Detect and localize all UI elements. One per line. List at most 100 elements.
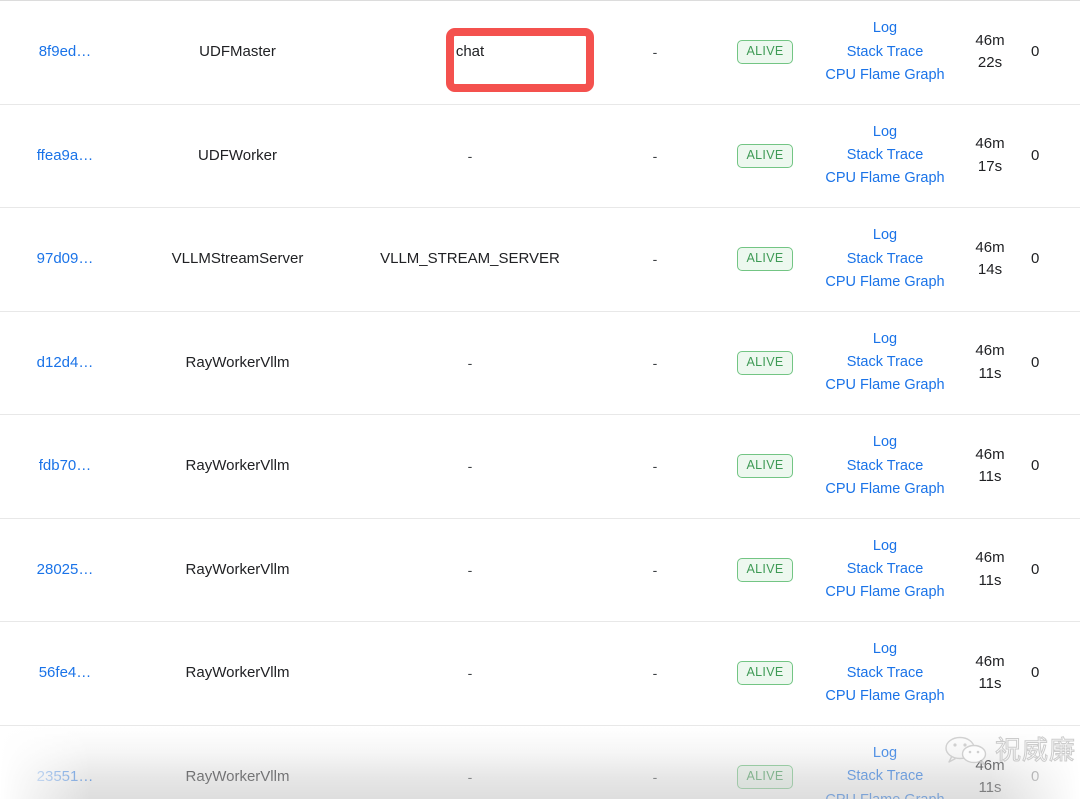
table-row: 8f9ed… UDFMaster chat - ALIVE Log Stack Trace C… (0, 0, 1080, 105)
cell-state: ALIVE (715, 208, 815, 312)
cell-pid: - (652, 44, 658, 61)
uptime-value: 46m 14s (955, 237, 1025, 282)
cell-trailing-metric: 0 (1031, 353, 1040, 371)
stack-trace-link[interactable]: Stack Trace (847, 766, 924, 787)
stack-trace-link[interactable]: Stack Trace (847, 145, 924, 166)
status-badge: ALIVE (736, 454, 794, 479)
uptime-seconds: 11s (978, 675, 1002, 693)
log-link[interactable]: Log (873, 432, 897, 453)
cpu-flame-graph-link[interactable]: CPU Flame Graph (825, 375, 944, 396)
cell-links: Log Stack TraceCPU Flame Graph (815, 415, 955, 519)
cell-actor-class: VLLMStreamServer (171, 250, 304, 268)
cell-actor-id: 23551… (0, 725, 130, 799)
uptime-minutes: 46m (975, 445, 1005, 463)
cell-pid: - (652, 354, 658, 371)
status-badge: ALIVE (736, 143, 794, 168)
stack-trace-link[interactable]: Stack Trace (847, 456, 924, 477)
uptime-value: 46m 11s (955, 340, 1025, 385)
cell-actor-id: 97d09… (0, 208, 130, 312)
uptime-seconds: 11s (978, 364, 1002, 382)
cell-uptime: 46m 22s (955, 1, 1025, 105)
uptime-value: 46m 11s (955, 547, 1025, 592)
cell-state: ALIVE (715, 104, 815, 208)
actor-id-link[interactable]: d12d4… (37, 354, 94, 371)
cell-pid: - (652, 768, 658, 785)
cell-uptime: 46m 11s (955, 622, 1025, 726)
status-badge: ALIVE (736, 247, 794, 272)
stack-trace-link[interactable]: Stack Trace (847, 663, 924, 684)
log-link[interactable]: Log (873, 329, 897, 350)
uptime-value: 46m 17s (955, 133, 1025, 178)
link-stack: Log Stack TraceCPU Flame Graph (815, 18, 955, 86)
cell-actor-class: RayWorkerVllm (185, 768, 290, 786)
uptime-minutes: 46m (975, 31, 1005, 49)
uptime-minutes: 46m (975, 652, 1005, 670)
uptime-minutes: 46m (975, 342, 1005, 360)
cell-uptime: 46m 11s (955, 415, 1025, 519)
cell-links: Log Stack TraceCPU Flame Graph (815, 622, 955, 726)
link-stack: LogStack TraceCPU Flame Graph (815, 329, 955, 397)
log-link[interactable]: Log (873, 743, 897, 764)
uptime-seconds: 11s (978, 779, 1002, 796)
cell-pid: - (652, 251, 658, 268)
log-link[interactable]: Log (873, 225, 897, 246)
cell-actor-name: - (467, 665, 473, 682)
cell-state: ALIVE (715, 518, 815, 622)
cpu-flame-graph-link[interactable]: CPU Flame Graph (825, 272, 944, 293)
cell-trailing-metric: 0 (1031, 560, 1040, 578)
link-stack: Log Stack TraceCPU Flame Graph (815, 225, 955, 293)
status-badge: ALIVE (736, 661, 794, 686)
log-link[interactable]: Log (873, 18, 897, 39)
actor-id-link[interactable]: fdb70… (39, 457, 92, 474)
cell-state: ALIVE (715, 311, 815, 415)
uptime-minutes: 46m (975, 135, 1005, 153)
cpu-flame-graph-link[interactable]: CPU Flame Graph (825, 479, 944, 500)
cell-pid: - (652, 147, 658, 164)
cell-uptime: 46m 17s (955, 104, 1025, 208)
table-row: d12d4… RayWorkerVllm - - ALIVE Log Stack Trace… (0, 311, 1080, 415)
cell-pid: - (652, 458, 658, 475)
actors-table-body: 8f9ed… UDFMaster chat - ALIVE Log Stack Trace C… (0, 0, 1080, 799)
actor-table-page: 8f9ed… UDFMaster chat - ALIVE Log Stack Trace C… (0, 0, 1080, 799)
stack-trace-link[interactable]: Stack Trace (847, 42, 924, 63)
log-link[interactable]: Log (873, 122, 897, 143)
cell-trailing-metric: 0 (1031, 250, 1040, 268)
cell-actor-id: 28025… (0, 518, 130, 622)
cell-trailing-metric: 0 (1031, 768, 1040, 786)
cpu-flame-graph-link[interactable]: CPU Flame Graph (825, 686, 944, 707)
uptime-minutes: 46m (975, 238, 1005, 256)
stack-trace-link[interactable]: Stack Trace (847, 249, 924, 270)
log-link[interactable]: Log (873, 639, 897, 660)
cpu-flame-graph-link[interactable]: CPU Flame Graph (825, 65, 944, 86)
table-row: 23551… RayWorkerVllm - - ALIVE Log Stack Trace… (0, 725, 1080, 799)
cpu-flame-graph-link[interactable]: CPU Flame Graph (825, 790, 944, 799)
uptime-minutes: 46m (975, 549, 1005, 567)
actor-id-link[interactable]: 97d09… (37, 250, 94, 267)
uptime-seconds: 22s (977, 54, 1003, 72)
stack-trace-link[interactable]: Stack Trace (847, 559, 924, 580)
link-stack: LogStack TraceCPU Flame Graph (815, 122, 955, 190)
cell-actor-name: - (467, 458, 473, 475)
cell-uptime: 46m 11s (955, 725, 1025, 799)
stack-trace-link[interactable]: Stack Trace (847, 352, 924, 373)
cell-state: ALIVE (715, 725, 815, 799)
cell-pid: - (652, 665, 658, 682)
status-badge: ALIVE (736, 765, 794, 789)
cell-actor-name: VLLM_STREAM_SERVER (380, 250, 560, 268)
cell-state: ALIVE (715, 1, 815, 105)
actor-id-link[interactable]: 8f9ed… (39, 43, 92, 60)
cpu-flame-graph-link[interactable]: CPU Flame Graph (825, 582, 944, 603)
actor-id-link[interactable]: 56fe4… (39, 664, 92, 681)
actor-id-link[interactable]: ffea9a… (37, 147, 93, 164)
cell-actor-name: - (467, 561, 473, 578)
table-row: fdb70… RayWorkerVllm - - ALIVE Log Stack Trace… (0, 414, 1080, 519)
actor-id-link[interactable]: 23551… (37, 768, 94, 785)
cell-actor-id: fdb70… (0, 415, 130, 519)
status-badge: ALIVE (736, 350, 794, 375)
uptime-minutes: 46m (975, 756, 1005, 774)
log-link[interactable]: Log (873, 536, 897, 557)
status-badge: ALIVE (736, 40, 794, 65)
actor-id-link[interactable]: 28025… (37, 561, 94, 578)
cpu-flame-graph-link[interactable]: CPU Flame Graph (825, 168, 944, 189)
uptime-value: 46m 11s (955, 444, 1025, 489)
